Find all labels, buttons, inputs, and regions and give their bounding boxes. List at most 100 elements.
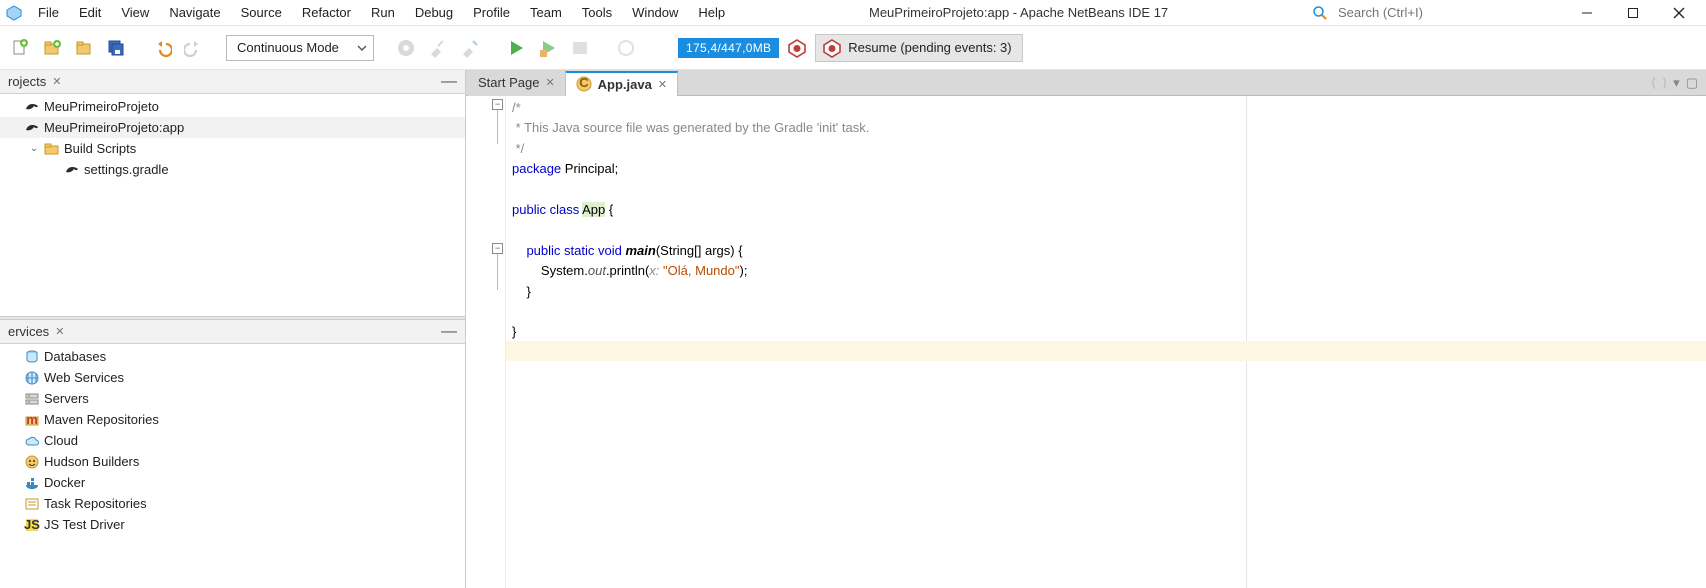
tree-label: JS Test Driver: [44, 517, 125, 532]
menu-tools[interactable]: Tools: [572, 2, 622, 23]
editor-tab[interactable]: C App.java ✕: [566, 71, 678, 97]
tree-row[interactable]: Web Services: [0, 367, 465, 388]
tree-row[interactable]: Task Repositories: [0, 493, 465, 514]
tree-label: Web Services: [44, 370, 124, 385]
svg-text:C: C: [579, 76, 589, 90]
svg-text:JS: JS: [24, 517, 40, 532]
run-config-dropdown[interactable]: Continuous Mode: [226, 35, 374, 61]
close-button[interactable]: [1656, 0, 1702, 26]
projects-panel-header: rojects ✕ —: [0, 70, 465, 94]
code-editor[interactable]: − − /* * This Java source file was gener…: [466, 96, 1706, 588]
notifications-button[interactable]: [783, 34, 811, 62]
editor-gutter[interactable]: − −: [466, 96, 506, 588]
save-all-button[interactable]: [102, 34, 130, 62]
menu-file[interactable]: File: [28, 2, 69, 23]
menu-help[interactable]: Help: [688, 2, 735, 23]
menu-debug[interactable]: Debug: [405, 2, 463, 23]
tree-label: Build Scripts: [64, 141, 136, 156]
globe-icon: [24, 370, 40, 386]
nav-fwd-button[interactable]: ⟩: [1662, 75, 1667, 91]
editor-tab[interactable]: Start Page✕: [468, 70, 566, 96]
menu-profile[interactable]: Profile: [463, 2, 520, 23]
tree-row[interactable]: ⌄ Build Scripts: [0, 138, 465, 159]
server-icon: [24, 391, 40, 407]
menu-source[interactable]: Source: [231, 2, 292, 23]
fold-toggle[interactable]: −: [492, 243, 503, 254]
chevron-icon[interactable]: ⌄: [28, 143, 40, 154]
chevron-down-icon: [357, 43, 367, 53]
redo-button[interactable]: [180, 34, 208, 62]
maximize-editor-button[interactable]: ▢: [1686, 75, 1698, 91]
tab-label: App.java: [598, 77, 652, 92]
services-panel-header: ervices ✕ —: [0, 320, 465, 344]
tab-list-button[interactable]: ▾: [1673, 75, 1680, 91]
undo-button[interactable]: [148, 34, 176, 62]
close-icon[interactable]: ✕: [658, 78, 667, 91]
reload-button[interactable]: [612, 34, 640, 62]
tree-row[interactable]: MeuPrimeiroProjeto: [0, 96, 465, 117]
resume-label: Resume (pending events: 3): [848, 40, 1011, 55]
java-class-icon: C: [576, 76, 592, 92]
tree-label: Cloud: [44, 433, 78, 448]
hudson-icon: [24, 454, 40, 470]
tree-label: Maven Repositories: [44, 412, 159, 427]
new-file-button[interactable]: [6, 34, 34, 62]
run-config-label: Continuous Mode: [237, 40, 339, 55]
search-input[interactable]: [1334, 3, 1554, 22]
menu-view[interactable]: View: [111, 2, 159, 23]
gradle-file-icon: [64, 162, 80, 178]
open-project-button[interactable]: [70, 34, 98, 62]
tree-row[interactable]: settings.gradle: [0, 159, 465, 180]
tree-row[interactable]: JS JS Test Driver: [0, 514, 465, 535]
new-project-button[interactable]: [38, 34, 66, 62]
build-button[interactable]: [392, 34, 420, 62]
close-icon[interactable]: ✕: [52, 75, 61, 88]
tree-row[interactable]: mMaven Repositories: [0, 409, 465, 430]
tree-row[interactable]: MeuPrimeiroProjeto:app: [0, 117, 465, 138]
profile-button[interactable]: [566, 34, 594, 62]
close-icon[interactable]: ✕: [55, 325, 64, 338]
menu-edit[interactable]: Edit: [69, 2, 111, 23]
menu-team[interactable]: Team: [520, 2, 572, 23]
run-button[interactable]: [502, 34, 530, 62]
search-icon: [1312, 5, 1328, 21]
resume-button[interactable]: Resume (pending events: 3): [815, 34, 1022, 62]
clean-button[interactable]: [456, 34, 484, 62]
window-title: MeuPrimeiroProjeto:app - Apache NetBeans…: [857, 5, 1180, 20]
tree-row[interactable]: Docker: [0, 472, 465, 493]
maximize-button[interactable]: [1610, 0, 1656, 26]
debug-button[interactable]: [534, 34, 562, 62]
tree-row[interactable]: Servers: [0, 388, 465, 409]
js-icon: JS: [24, 517, 40, 533]
minimize-button[interactable]: [1564, 0, 1610, 26]
folder-icon: [44, 141, 60, 157]
tree-row[interactable]: Hudson Builders: [0, 451, 465, 472]
editor-tab-bar: Start Page✕ C App.java ✕ ⟨ ⟩ ▾ ▢: [466, 70, 1706, 96]
menu-run[interactable]: Run: [361, 2, 405, 23]
tree-label: Servers: [44, 391, 89, 406]
tree-row[interactable]: Databases: [0, 346, 465, 367]
fold-toggle[interactable]: −: [492, 99, 503, 110]
nav-back-button[interactable]: ⟨: [1651, 75, 1656, 91]
menu-navigate[interactable]: Navigate: [159, 2, 230, 23]
tree-label: MeuPrimeiroProjeto:app: [44, 120, 184, 135]
minimize-panel-button[interactable]: —: [437, 76, 461, 88]
services-tab[interactable]: ervices ✕: [4, 322, 68, 341]
menu-bar: FileEditViewNavigateSourceRefactorRunDeb…: [0, 0, 1706, 26]
tree-row[interactable]: Cloud: [0, 430, 465, 451]
memory-usage-badge[interactable]: 175,4/447,0MB: [678, 38, 779, 58]
database-icon: [24, 349, 40, 365]
services-tree[interactable]: Databases Web Services Servers mMaven Repos…: [0, 344, 465, 537]
close-icon[interactable]: ✕: [545, 76, 554, 89]
tree-label: Hudson Builders: [44, 454, 139, 469]
projects-tab[interactable]: rojects ✕: [4, 72, 66, 91]
global-search[interactable]: [1302, 3, 1564, 22]
minimize-panel-button[interactable]: —: [437, 326, 461, 338]
menu-window[interactable]: Window: [622, 2, 688, 23]
gradle-project-icon: [24, 99, 40, 115]
tree-label: MeuPrimeiroProjeto: [44, 99, 159, 114]
projects-tree[interactable]: MeuPrimeiroProjeto MeuPrimeiroProjeto:app…: [0, 94, 465, 182]
menu-refactor[interactable]: Refactor: [292, 2, 361, 23]
tree-label: Task Repositories: [44, 496, 147, 511]
clean-build-button[interactable]: [424, 34, 452, 62]
